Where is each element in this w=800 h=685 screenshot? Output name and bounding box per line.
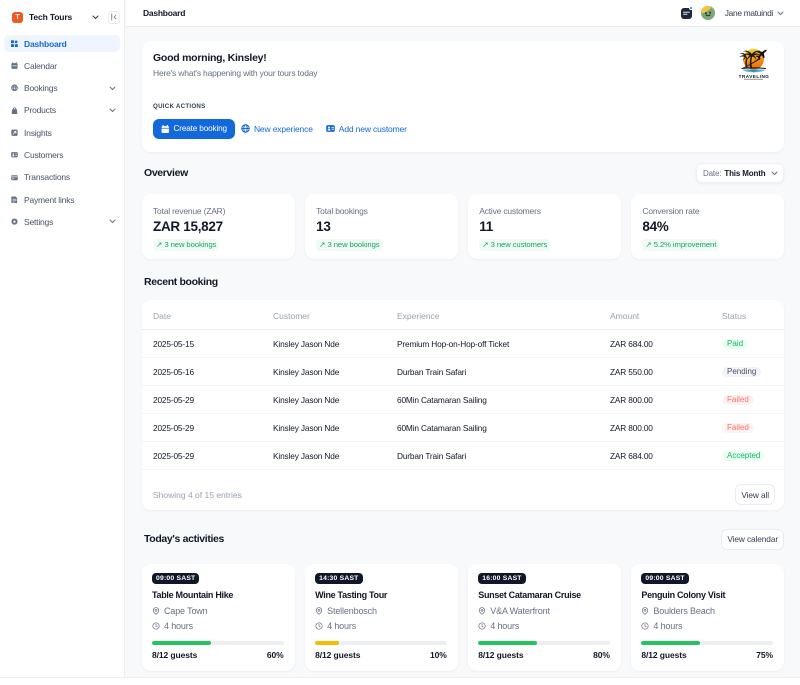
svg-text:TRAVELING: TRAVELING xyxy=(739,73,769,78)
